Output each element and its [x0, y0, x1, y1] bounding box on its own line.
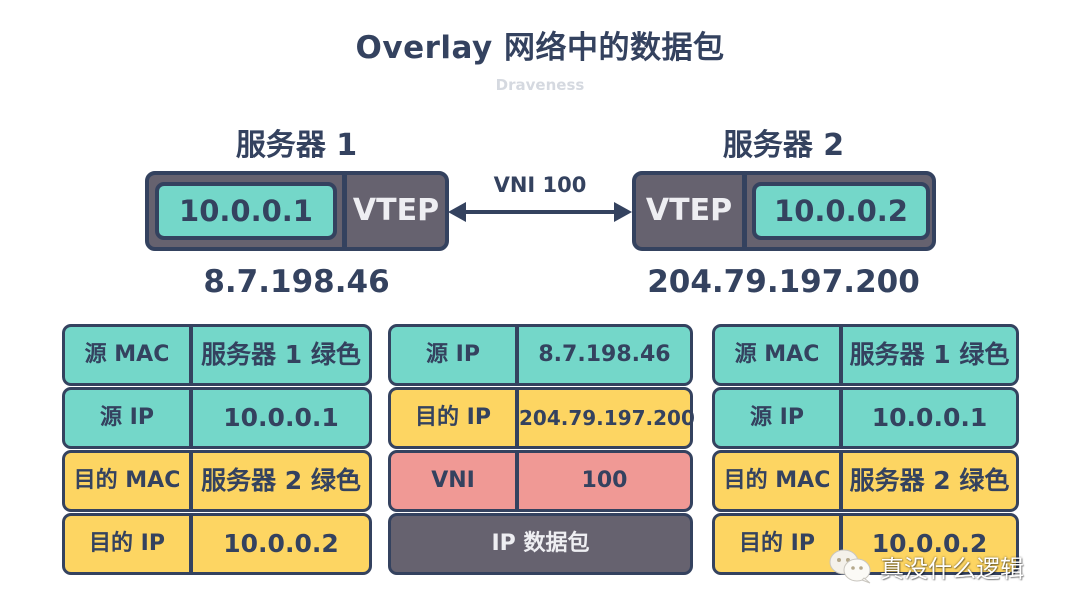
inner-packet-right: 源 MAC 服务器 1 绿色 源 IP 10.0.0.1 目的 MAC 服务器 … — [712, 324, 1019, 577]
packet-row-ip-payload: IP 数据包 — [388, 513, 693, 575]
packet-field-key: 源 IP — [426, 342, 480, 367]
packet-field-value: 服务器 1 绿色 — [201, 340, 361, 369]
server-1-vtep-label: VTEP — [352, 193, 440, 228]
packet-field-value: 8.7.198.46 — [538, 342, 671, 367]
server-2-label: 服务器 2 — [722, 128, 845, 163]
packet-field-value: 204.79.197.200 — [519, 406, 695, 430]
packet-field-key: 目的 IP — [739, 531, 815, 556]
packet-row-dst-mac: 目的 MAC 服务器 2 绿色 — [712, 450, 1019, 512]
server-2-box: VTEP 10.0.0.2 — [632, 171, 936, 251]
packet-field-value: 服务器 2 绿色 — [201, 466, 361, 495]
diagram-title: Overlay 网络中的数据包 — [355, 30, 725, 66]
server-2-divider — [742, 175, 747, 247]
packet-row-dst-mac: 目的 MAC 服务器 2 绿色 — [62, 450, 372, 512]
packet-field-value: 100 — [581, 468, 628, 493]
packet-row-src-mac: 源 MAC 服务器 1 绿色 — [712, 324, 1019, 386]
packet-row-vni: VNI 100 — [388, 450, 693, 512]
bidirectional-arrow-icon — [448, 202, 632, 222]
inner-packet-left: 源 MAC 服务器 1 绿色 源 IP 10.0.0.1 目的 MAC 服务器 … — [62, 324, 372, 577]
server-2-vtep-label: VTEP — [645, 193, 733, 228]
packet-row-src-ip: 源 IP 8.7.198.46 — [388, 324, 693, 386]
packet-field-key: 目的 IP — [89, 531, 165, 556]
link-label: VNI 100 — [493, 173, 587, 197]
packet-payload-label: IP 数据包 — [491, 531, 590, 556]
packet-field-key: 源 MAC — [84, 342, 170, 367]
packet-field-value: 10.0.0.2 — [223, 529, 339, 558]
server-1-label: 服务器 1 — [235, 128, 358, 163]
server-2-inner-ip: 10.0.0.2 — [752, 182, 930, 240]
packet-row-dst-ip: 目的 IP 204.79.197.200 — [388, 387, 695, 449]
outer-packet: 源 IP 8.7.198.46 目的 IP 204.79.197.200 VNI… — [388, 324, 695, 577]
packet-field-key: 源 MAC — [734, 342, 820, 367]
packet-field-key: VNI — [431, 468, 475, 493]
server-1-box: 10.0.0.1 VTEP — [145, 171, 449, 251]
server-1-inner-ip: 10.0.0.1 — [155, 182, 337, 240]
watermark-text: 真没什么逻辑 — [880, 554, 1024, 583]
author-subtitle: Draveness — [495, 76, 585, 94]
packet-row-dst-ip: 目的 IP 10.0.0.2 — [62, 513, 372, 575]
packet-row-src-ip: 源 IP 10.0.0.1 — [62, 387, 372, 449]
packet-field-key: 源 IP — [750, 405, 804, 430]
packet-field-value: 服务器 1 绿色 — [849, 340, 1010, 369]
packet-row-src-mac: 源 MAC 服务器 1 绿色 — [62, 324, 372, 386]
packet-field-value: 10.0.0.1 — [223, 403, 339, 432]
watermark: 真没什么逻辑 — [828, 548, 1024, 584]
packet-field-value: 服务器 2 绿色 — [849, 466, 1010, 495]
packet-field-key: 源 IP — [100, 405, 154, 430]
packet-field-value: 10.0.0.1 — [871, 403, 988, 432]
server-2-public-ip: 204.79.197.200 — [647, 264, 920, 300]
server-1-public-ip: 8.7.198.46 — [203, 264, 390, 300]
wechat-icon — [829, 549, 871, 584]
packet-field-key: 目的 IP — [415, 405, 491, 430]
packet-row-src-ip: 源 IP 10.0.0.1 — [712, 387, 1019, 449]
packet-field-key: 目的 MAC — [723, 468, 831, 493]
packet-field-key: 目的 MAC — [73, 468, 181, 493]
